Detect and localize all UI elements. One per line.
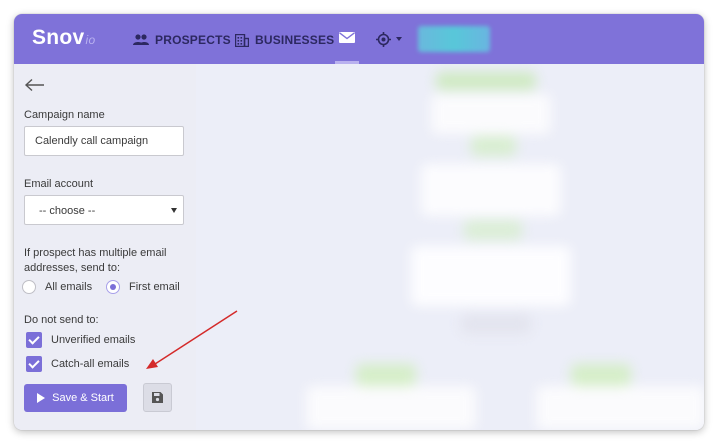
target-icon <box>376 31 391 47</box>
campaign-settings-panel: Campaign name Email account -- choose --… <box>14 64 196 430</box>
logo-suffix: io <box>85 33 96 47</box>
blurred-flow-diagram <box>196 64 704 430</box>
do-not-send-label: Do not send to: <box>24 314 99 326</box>
checkbox-catch-all-box[interactable] <box>26 356 42 372</box>
back-arrow-icon[interactable] <box>24 78 46 92</box>
chevron-down-icon <box>396 37 402 41</box>
nav-businesses[interactable]: BUSINESSES <box>235 31 334 49</box>
nav-tools-dropdown[interactable] <box>376 30 402 48</box>
radio-all-emails-label: All emails <box>45 281 93 293</box>
checkbox-unverified-box[interactable] <box>26 332 42 348</box>
radio-first-email-label: First email <box>129 281 180 293</box>
top-navbar: Snovio PROSPECTS BUSINESSES <box>14 14 704 64</box>
nav-email[interactable] <box>335 28 359 64</box>
multiple-emails-line1: If prospect has multiple email <box>24 247 167 259</box>
floppy-disk-icon <box>152 392 163 403</box>
checkbox-unverified-label: Unverified emails <box>51 334 136 346</box>
save-draft-button[interactable] <box>143 383 172 412</box>
checkbox-catch-all[interactable]: Catch-all emails <box>26 356 129 372</box>
envelope-icon <box>339 32 355 43</box>
campaign-name-label: Campaign name <box>24 109 105 121</box>
sequence-canvas-blurred <box>196 64 704 430</box>
nav-prospects[interactable]: PROSPECTS <box>133 31 231 49</box>
app-logo[interactable]: Snovio <box>32 26 96 50</box>
checkbox-catch-all-label: Catch-all emails <box>51 358 130 370</box>
building-icon <box>235 33 249 47</box>
checkbox-unverified[interactable]: Unverified emails <box>26 332 135 348</box>
radio-first-email[interactable]: First email <box>106 280 180 294</box>
dropdown-arrow-icon <box>171 208 177 213</box>
app-window: Snovio PROSPECTS BUSINESSES Campaign nam… <box>14 14 704 430</box>
people-icon <box>133 34 149 45</box>
multiple-emails-label: If prospect has multiple email addresses… <box>24 246 166 276</box>
save-start-label: Save & Start <box>52 392 114 404</box>
radio-all-emails-circle[interactable] <box>22 280 36 294</box>
user-account-blurred[interactable] <box>418 26 490 52</box>
nav-prospects-label: PROSPECTS <box>155 33 231 47</box>
multiple-emails-line2: addresses, send to: <box>24 262 121 274</box>
play-icon <box>37 393 46 403</box>
radio-first-email-circle[interactable] <box>106 280 120 294</box>
radio-all-emails[interactable]: All emails <box>22 280 92 294</box>
save-start-button[interactable]: Save & Start <box>24 384 127 412</box>
campaign-name-input[interactable] <box>24 126 184 156</box>
email-account-label: Email account <box>24 178 94 190</box>
email-account-value: -- choose -- <box>39 205 96 217</box>
email-account-select[interactable]: -- choose -- <box>24 195 184 225</box>
logo-text: Snov <box>32 26 85 49</box>
nav-businesses-label: BUSINESSES <box>255 33 335 47</box>
